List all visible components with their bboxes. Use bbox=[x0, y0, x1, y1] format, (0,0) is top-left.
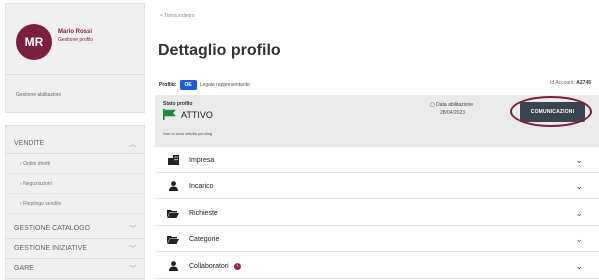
chevron-down-icon: ⌄ bbox=[575, 208, 583, 218]
person-icon bbox=[167, 261, 179, 271]
section-impresa[interactable]: Impresa ⌄ bbox=[155, 148, 599, 173]
chevron-down-icon: ⌄ bbox=[575, 181, 583, 191]
user-name: Mario Rossi bbox=[58, 29, 93, 35]
profile-description: Legale rappresentante bbox=[199, 82, 250, 88]
menu-section-label: GESTIONE CATALOGO bbox=[14, 225, 90, 232]
chevron-up-icon: ︿ bbox=[129, 140, 136, 148]
flag-icon bbox=[163, 109, 176, 120]
status-label: Stato profilo bbox=[163, 101, 193, 107]
chevron-down-icon: ﹀ bbox=[129, 245, 136, 253]
page-title: Dettaglio profilo bbox=[158, 42, 281, 59]
divider bbox=[6, 74, 144, 75]
account-id: Id Account: A2745 bbox=[550, 80, 591, 86]
chevron-down-icon: ⌄ bbox=[575, 234, 583, 244]
menu-section-label: GESTIONE INIZIATIVE bbox=[14, 245, 87, 252]
sidebar-menu: VENDITE ︿ › Ordini diretti › Negoziazion… bbox=[5, 125, 145, 280]
account-id-label: Id Account: bbox=[550, 80, 575, 86]
chevron-down-icon: ﹀ bbox=[129, 265, 136, 273]
folder-open-icon bbox=[167, 208, 179, 218]
info-icon[interactable]: i bbox=[233, 262, 241, 270]
building-icon bbox=[167, 155, 179, 165]
activation-date-label: ▢ Data abilitazione bbox=[430, 102, 474, 108]
folder-open-icon bbox=[167, 234, 179, 244]
menu-item-label: › Ordini diretti bbox=[20, 160, 51, 167]
menu-item-label: › Riepilogo vendite bbox=[20, 200, 62, 207]
profile-type-badge: OE bbox=[179, 80, 197, 90]
section-richieste[interactable]: Richieste ⌄ bbox=[155, 201, 599, 226]
calendar-icon: ▢ bbox=[430, 102, 435, 108]
status-panel: Stato profilo ATTIVO Non ci sono attivit… bbox=[155, 95, 599, 147]
section-label: Incarico bbox=[189, 182, 214, 190]
user-card: MR Mario Rossi Gestione profilo Gestione… bbox=[5, 3, 145, 113]
section-label: Collaboratori bbox=[189, 262, 229, 270]
menu-section-gare[interactable]: GARE ﹀ bbox=[6, 259, 144, 279]
menu-item-label: › Negoziazioni bbox=[20, 180, 52, 187]
menu-section-label: VENDITE bbox=[14, 140, 45, 147]
chevron-down-icon: ⌄ bbox=[575, 261, 583, 271]
chevron-down-icon: ﹀ bbox=[129, 225, 136, 233]
menu-section-gestione-catalogo[interactable]: GESTIONE CATALOGO ﹀ bbox=[6, 219, 144, 239]
section-label: Richieste bbox=[189, 209, 218, 217]
menu-item-riepilogo-vendite[interactable]: › Riepilogo vendite bbox=[6, 194, 144, 214]
section-incarico[interactable]: Incarico ⌄ bbox=[155, 174, 599, 199]
profile-label: Profilo: bbox=[159, 82, 177, 88]
menu-section-vendite[interactable]: VENDITE ︿ bbox=[6, 134, 144, 154]
status-note: Non ci sono attività pending bbox=[163, 131, 213, 136]
section-label: Impresa bbox=[189, 156, 215, 164]
person-icon bbox=[167, 181, 179, 191]
profile-info: Profilo: OE Legale rappresentante bbox=[159, 80, 250, 90]
breadcrumb-back-link[interactable]: < Torna indietro bbox=[160, 13, 195, 19]
menu-item-negoziazioni[interactable]: › Negoziazioni bbox=[6, 174, 144, 194]
section-categorie[interactable]: Categorie ⌄ bbox=[155, 227, 599, 252]
menu-section-gestione-iniziative[interactable]: GESTIONE INIZIATIVE ﹀ bbox=[6, 239, 144, 259]
user-profile-link[interactable]: Gestione profilo bbox=[58, 37, 93, 43]
manage-permissions-link[interactable]: Gestione abilitazioni bbox=[16, 92, 61, 98]
status-value: ATTIVO bbox=[181, 109, 213, 120]
avatar[interactable]: MR bbox=[16, 24, 52, 60]
communications-button[interactable]: COMUNICAZIONI bbox=[520, 102, 585, 122]
section-collaboratori[interactable]: Collaboratori i ⌄ bbox=[155, 254, 599, 279]
sidebar: MR Mario Rossi Gestione profilo Gestione… bbox=[0, 0, 150, 280]
activation-date-value: 28/04/2023 bbox=[440, 110, 466, 116]
menu-section-label: GARE bbox=[14, 265, 34, 272]
chevron-down-icon: ⌄ bbox=[575, 155, 583, 165]
menu-item-ordini-diretti[interactable]: › Ordini diretti bbox=[6, 154, 144, 174]
section-label: Categorie bbox=[189, 235, 220, 243]
account-id-value: A2745 bbox=[576, 80, 591, 86]
status-row: ATTIVO bbox=[163, 109, 213, 120]
